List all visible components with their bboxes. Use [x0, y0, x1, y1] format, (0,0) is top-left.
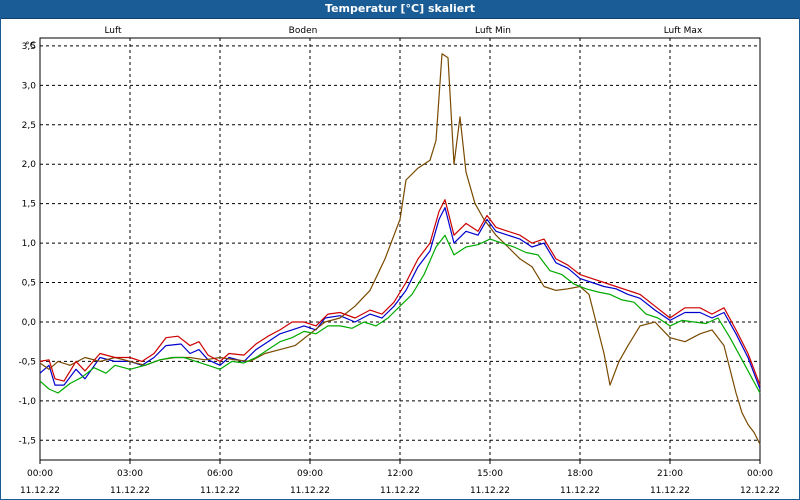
x-tick-date: 11.12.22: [200, 486, 240, 496]
x-tick-time: 03:00: [117, 469, 143, 479]
y-tick-label: 1,0: [22, 239, 37, 249]
x-tick-time: 21:00: [657, 469, 683, 479]
y-tick-label: 0,0: [22, 318, 37, 328]
y-tick-label: 0,5: [22, 279, 36, 289]
legend-entry: Luft: [104, 26, 122, 36]
y-tick-label: 1,5: [22, 200, 36, 210]
y-tick-label: -0,5: [18, 357, 36, 367]
y-tick-label: -1,5: [18, 436, 36, 446]
x-tick-date: 11.12.22: [20, 486, 60, 496]
x-tick-time: 15:00: [477, 469, 503, 479]
x-tick-date: 12.12.22: [740, 486, 780, 496]
x-tick-time: 09:00: [297, 469, 323, 479]
x-tick-time: 18:00: [567, 469, 593, 479]
y-tick-label: -1,0: [18, 397, 36, 407]
x-tick-time: 00:00: [27, 469, 53, 479]
y-tick-label: 3,0: [22, 81, 37, 91]
x-tick-date: 11.12.22: [470, 486, 510, 496]
x-tick-date: 11.12.22: [560, 486, 600, 496]
x-tick-date: 11.12.22: [380, 486, 420, 496]
x-tick-time: 06:00: [207, 469, 233, 479]
x-tick-time: 12:00: [387, 469, 413, 479]
legend-entry: Luft Min: [475, 26, 511, 36]
temperature-chart: 3,53,02,52,01,51,00,50,0-0,5-1,0-1,5°C00…: [18, 26, 780, 496]
y-axis-label: °C: [25, 41, 36, 51]
x-tick-time: 00:00: [747, 469, 773, 479]
legend-entry: Boden: [289, 26, 318, 36]
legend-entry: Luft Max: [664, 26, 703, 36]
x-tick-date: 11.12.22: [650, 486, 690, 496]
x-tick-date: 11.12.22: [290, 486, 330, 496]
y-tick-label: 2,5: [22, 121, 36, 131]
x-tick-date: 11.12.22: [110, 486, 150, 496]
y-tick-label: 2,0: [22, 160, 37, 170]
